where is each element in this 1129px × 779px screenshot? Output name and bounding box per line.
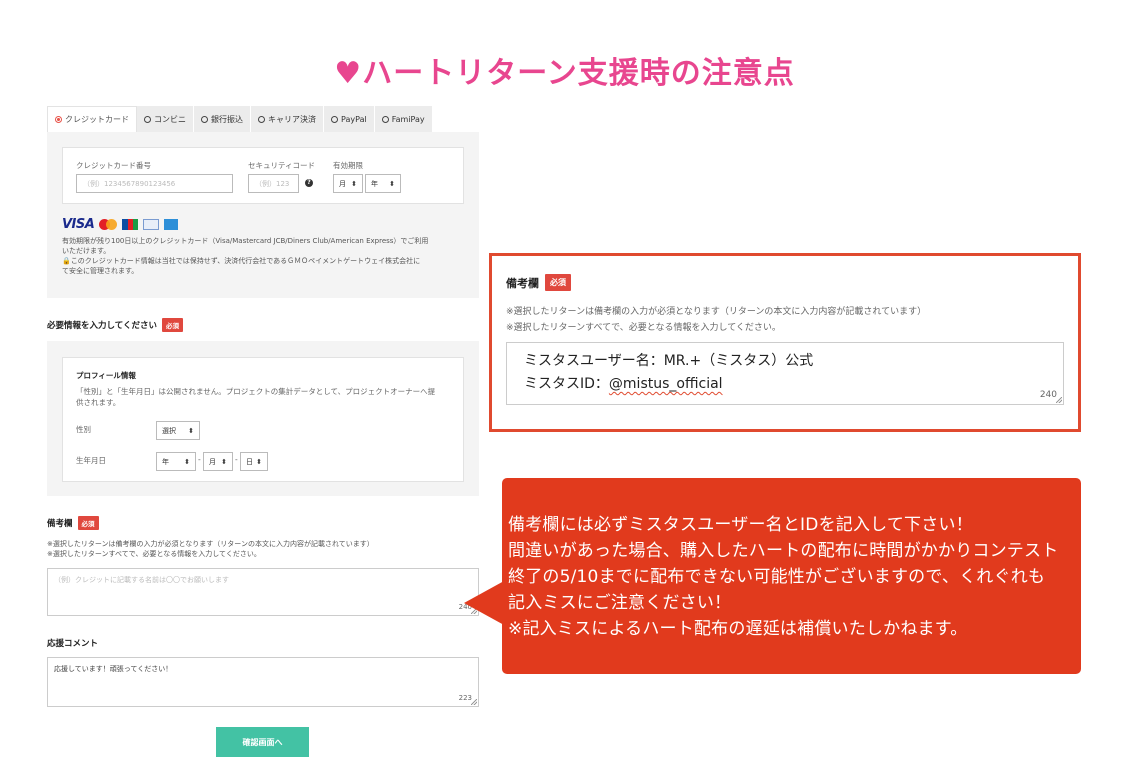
amex-logo <box>164 218 179 230</box>
credit-card-panel: クレジットカード番号 （例）1234567890123456 セキュリティコード… <box>47 132 479 298</box>
callout-line: ※記入ミスによるハート配布の遅延は補償いたしかねます。 <box>508 619 968 639</box>
radio-icon <box>55 116 62 123</box>
security-code-label: セキュリティコード <box>248 161 316 170</box>
tab-label: クレジットカード <box>65 115 129 124</box>
char-counter: 223 <box>458 694 472 702</box>
required-badge: 必須 <box>545 274 571 291</box>
zoom-remarks-textarea[interactable]: ミスタスユーザー名：MR.+（ミスタス）公式 ミスタスID：@mistus_of… <box>506 342 1064 405</box>
chevron-updown-icon: ⬍ <box>184 457 190 466</box>
birth-day-select[interactable]: 日 ⬍ <box>240 452 268 471</box>
callout-line: 記入ミスにご注意ください！ <box>508 593 732 613</box>
chevron-updown-icon: ⬍ <box>351 179 357 188</box>
remarks-zoom-example: 備考欄 必須 ※選択したリターンは備考欄の入力が必須となります（リターンの本文に… <box>489 253 1081 432</box>
tab-bank-transfer[interactable]: 銀行振込 <box>194 106 251 132</box>
callout-line: 備考欄には必ずミスタスユーザー名とIDを記入して下さい！ <box>508 515 973 535</box>
card-number-input[interactable]: （例）1234567890123456 <box>76 174 233 193</box>
tab-famipay[interactable]: FamiPay <box>374 106 433 132</box>
mastercard-logo <box>99 218 118 230</box>
expiry-year-select[interactable]: 年 ⬍ <box>365 174 401 193</box>
expiry-month-select[interactable]: 月 ⬍ <box>333 174 363 193</box>
select-value: 年 <box>371 179 378 188</box>
select-value: 選択 <box>162 426 176 435</box>
zoom-id-line: ミスタスID：@mistus_official <box>524 376 723 392</box>
zoom-note-line-2: ※選択したリターンすべてで、必要となる情報を入力してください。 <box>506 323 781 333</box>
radio-icon <box>331 115 338 123</box>
chevron-updown-icon: ⬍ <box>188 426 194 435</box>
security-code-input[interactable]: （例）123 <box>248 174 299 193</box>
confirm-button[interactable]: 確認画面へ <box>216 727 309 757</box>
tab-paypal[interactable]: PayPal <box>324 106 375 132</box>
required-badge: 必須 <box>77 516 99 530</box>
select-value: 日 <box>246 457 253 466</box>
support-comment-title: 応援コメント <box>47 639 99 649</box>
profile-panel: プロフィール情報 「性別」と「生年月日」は公開されません。プロジェクトの集計デー… <box>47 341 479 496</box>
callout-line: 終了の5/10までに配布できない可能性がございますので、くれぐれも <box>508 567 1046 587</box>
resize-handle-icon[interactable] <box>471 699 477 705</box>
tab-label: コンビニ <box>154 114 186 124</box>
remarks-note: ※選択したリターンは備考欄の入力が必須となります（リターンの本文に入力内容が記載… <box>47 540 374 558</box>
zoom-note-line-1: ※選択したリターンは備考欄の入力が必須となります（リターンの本文に入力内容が記載… <box>506 307 927 317</box>
radio-icon <box>144 115 151 123</box>
tab-label: 銀行振込 <box>211 114 243 124</box>
radio-icon <box>201 115 208 123</box>
chevron-updown-icon: ⬍ <box>221 457 227 466</box>
profile-note: 「性別」と「生年月日」は公開されません。プロジェクトの集計データとして、プロジェ… <box>76 387 436 407</box>
birth-date-label: 生年月日 <box>76 456 106 465</box>
card-form: クレジットカード番号 （例）1234567890123456 セキュリティコード… <box>62 147 464 204</box>
tab-convenience-store[interactable]: コンビニ <box>137 106 194 132</box>
zoom-id-value: @mistus_official <box>608 376 723 392</box>
gender-select[interactable]: 選択 ⬍ <box>156 421 200 440</box>
visa-logo: VISA <box>62 216 95 232</box>
birth-month-select[interactable]: 月 ⬍ <box>203 452 233 471</box>
support-comment-value: 応援しています！頑張ってください！ <box>54 665 173 673</box>
zoom-username-line: ミスタスユーザー名：MR.+（ミスタス）公式 <box>524 353 814 369</box>
remarks-textarea[interactable]: （例）クレジットに記載する名前は〇〇でお願いします 240 <box>47 568 479 616</box>
remarks-title: 備考欄 必須 <box>47 516 99 530</box>
profile-form: プロフィール情報 「性別」と「生年月日」は公開されません。プロジェクトの集計デー… <box>62 357 464 482</box>
date-separator: - <box>198 455 201 464</box>
required-badge: 必須 <box>162 318 183 332</box>
date-separator: - <box>235 455 238 464</box>
expiry-label: 有効期限 <box>333 161 363 170</box>
select-value: 月 <box>339 179 346 188</box>
char-counter: 240 <box>1039 390 1057 400</box>
tab-carrier-billing[interactable]: キャリア決済 <box>251 106 324 132</box>
gender-label: 性別 <box>76 425 91 434</box>
birth-year-select[interactable]: 年 ⬍ <box>156 452 196 471</box>
payment-tabs: クレジットカード コンビニ 銀行振込 キャリア決済 PayPal FamiPay <box>47 106 433 132</box>
callout-line: 間違いがあった場合、購入したハートの配布に時間がかかりコンテスト <box>508 541 1059 561</box>
select-value: 月 <box>209 457 216 466</box>
radio-icon <box>381 115 389 123</box>
required-info-title: 必要情報を入力してください 必須 <box>47 318 183 332</box>
card-brand-logos: VISA <box>62 216 179 232</box>
support-comment-textarea[interactable]: 応援しています！頑張ってください！ 223 <box>47 657 479 707</box>
tab-label: キャリア決済 <box>268 114 316 124</box>
diners-club-logo <box>143 218 160 230</box>
resize-handle-icon[interactable] <box>1056 397 1062 403</box>
tab-label: FamiPay <box>391 114 425 124</box>
card-number-label: クレジットカード番号 <box>76 161 151 170</box>
card-usage-note: 有効期限が残り100日以上のクレジットカード（Visa/Mastercard J… <box>62 237 429 275</box>
profile-title: プロフィール情報 <box>76 371 136 380</box>
remarks-placeholder: （例）クレジットに記載する名前は〇〇でお願いします <box>54 576 229 584</box>
radio-icon <box>258 115 265 123</box>
page-title: ♥ハートリターン支援時の注意点 <box>334 56 795 91</box>
callout-arrow <box>464 581 504 625</box>
jcb-logo <box>122 218 139 230</box>
tab-label: PayPal <box>341 114 367 124</box>
chevron-updown-icon: ⬍ <box>256 457 262 466</box>
help-icon[interactable]: ? <box>305 179 313 187</box>
chevron-updown-icon: ⬍ <box>389 179 395 188</box>
tab-credit-card[interactable]: クレジットカード <box>47 106 137 132</box>
warning-callout: 備考欄には必ずミスタスユーザー名とIDを記入して下さい！ 間違いがあった場合、購… <box>502 478 1081 674</box>
zoom-remarks-title: 備考欄 必須 <box>506 274 571 291</box>
select-value: 年 <box>162 457 169 466</box>
